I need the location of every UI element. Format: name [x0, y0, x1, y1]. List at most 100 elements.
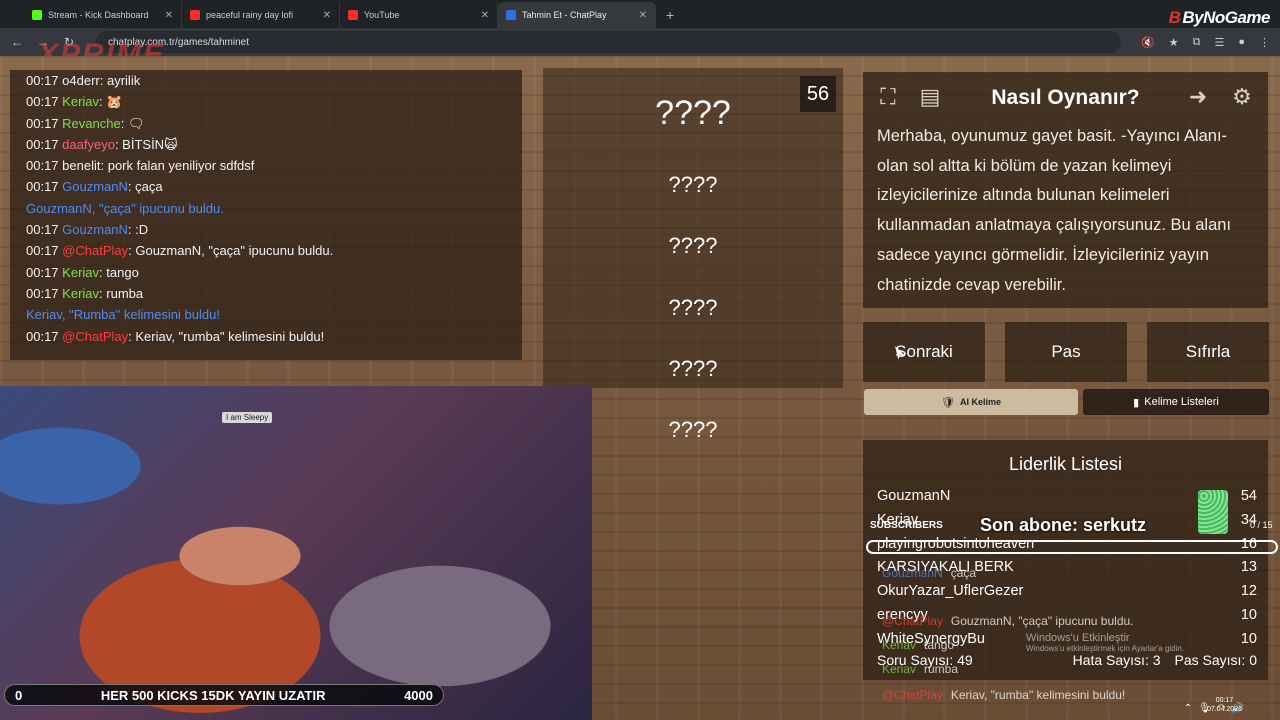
chat-text: BİTSİN🙀 [122, 136, 178, 152]
webcam-feed [0, 386, 592, 720]
chat-username[interactable]: Keriav [62, 265, 99, 280]
chat-username[interactable]: @ChatPlay [62, 243, 128, 258]
chat-time: 00:17 [26, 285, 59, 301]
chat-message: 00:17 Revanche: 🗨 [26, 113, 506, 134]
chat-message: 00:17 @ChatPlay: GouzmanN, "çaça" ipucun… [26, 240, 506, 261]
close-tab-icon[interactable]: ✕ [481, 10, 489, 21]
chat-text: :D [135, 222, 149, 238]
chat-time: 00:17 [26, 115, 59, 131]
tab-kick-dashboard[interactable]: Stream - Kick Dashboard ✕ [24, 2, 182, 28]
url-input[interactable]: chatplay.com.tr/games/tahminet [96, 31, 1122, 53]
chat-username[interactable]: @ChatPlay [62, 329, 128, 344]
leaderboard-row: OkurYazar_UflerGezer 12 [877, 583, 1257, 607]
chat-message: 00:17 o4derr: ayrilik [26, 70, 506, 91]
tab-label: Stream - Kick Dashboard [48, 10, 149, 20]
kicks-ticker: 0 HER 500 KICKS 15DK YAYIN UZATIR 4000 [4, 684, 444, 706]
chat-username[interactable]: daafyeyo [62, 137, 115, 152]
chat-username[interactable]: benelit [62, 158, 100, 173]
main-word: ???? [655, 94, 731, 132]
leaderboard-title: Liderlik Listesi [1008, 454, 1123, 474]
bynogame-logo: B ByNoGame [1168, 8, 1271, 28]
mute-icon[interactable]: 🔇 [1141, 36, 1155, 49]
bynogame-brand: ByNoGame [1182, 8, 1270, 27]
bynogame-mark: B [1168, 8, 1181, 27]
overlay-chat-user: Keriav [882, 662, 917, 676]
system-clock[interactable]: 00:17 07.04.2026 [1207, 696, 1242, 714]
tab-youtube[interactable]: YouTube ✕ [340, 2, 498, 28]
new-tab-button[interactable]: + [656, 7, 684, 28]
ai-word-label: AI Kelime [959, 397, 1001, 407]
extensions-icon[interactable]: ⧉ [1193, 36, 1201, 49]
exit-icon[interactable]: ➜ [1181, 80, 1215, 114]
chevron-up-icon[interactable]: ⌃ [1184, 703, 1192, 714]
chat-message: 00:17 benelit: pork falan yeniliyor sdfd… [26, 155, 506, 176]
close-tab-icon[interactable]: ✕ [639, 10, 647, 21]
chat-time: 00:17 [26, 94, 59, 110]
chat-time: 00:17 [26, 73, 59, 88]
chat-separator: : [100, 158, 108, 174]
overlay-chat-line: Keriav rumba [882, 662, 958, 676]
chat-username[interactable]: GouzmanN, [26, 201, 99, 216]
chat-text: "Rumba" kelimesini buldu! [69, 307, 220, 323]
menu-icon[interactable]: ⋮ [1259, 36, 1270, 49]
close-tab-icon[interactable]: ✕ [323, 10, 331, 21]
next-button[interactable]: Sonraki [863, 322, 985, 382]
browser-tabbar: Stream - Kick Dashboard ✕ peaceful rainy… [0, 0, 1280, 28]
last-subscriber: Son abone: serkutz [980, 515, 1147, 535]
ai-word-button[interactable]: 🛡 AI Kelime [864, 389, 1078, 415]
subscribers-count: 0 / 15 [1250, 520, 1273, 530]
chat-message: 00:17 Keriav: 🐹 [26, 91, 506, 112]
hint-word: ???? [668, 172, 718, 197]
tab-label: YouTube [364, 10, 400, 20]
chat-separator: : [99, 73, 107, 88]
chat-message: 00:17 daafyeyo: BİTSİN🙀 [26, 134, 506, 155]
chat-username[interactable]: Keriav [62, 94, 99, 109]
round-counter: 56 [800, 76, 836, 112]
overlay-chat-text: GouzmanN, "çaça" ipucunu buldu. [950, 614, 1134, 628]
chat-time: 00:17 [26, 222, 59, 238]
back-icon[interactable]: ← [10, 35, 24, 49]
tab-chatplay[interactable]: Tahmin Et - ChatPlay ✕ [498, 2, 656, 28]
chat-time: 00:17 [26, 328, 59, 344]
overlay-chat-user: @ChatPlay [882, 614, 943, 628]
pass-button[interactable]: Pas [1005, 322, 1127, 382]
profile-icon[interactable]: ● [1238, 36, 1245, 49]
close-tab-icon[interactable]: ✕ [165, 10, 173, 21]
overlay-chat-text: tango [924, 638, 955, 652]
youtube-favicon-icon [190, 10, 200, 20]
chat-username[interactable]: Revanche [62, 116, 121, 131]
chat-username[interactable]: GouzmanN [62, 222, 128, 237]
word-lists-label: Kelime Listeleri [1144, 396, 1219, 408]
overlay-chat-text: çaça [950, 566, 977, 580]
chat-username[interactable]: o4derr [62, 73, 100, 88]
overlay-chat-line: GouzmanN çaça [882, 566, 976, 580]
chat-time: 00:17 [26, 136, 59, 152]
windows-activation-watermark: Windows'u Etkinleştir Windows'u etkinleş… [1026, 632, 1184, 653]
chat-separator: : [120, 115, 128, 131]
chat-time: 00:17 [26, 179, 59, 195]
chatplay-favicon-icon [506, 10, 516, 20]
chat-text: pork falan yeniliyor sdfdsf [107, 158, 255, 174]
clock-date: 07.04.2026 [1206, 706, 1242, 713]
hint-word: ???? [668, 356, 718, 381]
overlay-chat-text: rumba [924, 662, 959, 676]
media-icon[interactable]: ☰ [1214, 36, 1224, 49]
toolbar-icons: 🔇 ★ ⧉ ☰ ● ⋮ [1141, 36, 1270, 49]
subscribers-label: SUBSCRIBERS [870, 520, 943, 531]
system-tray: ⌃ 🎙 ◠ 🔊 [1130, 696, 1280, 720]
word-lists-button[interactable]: ▮ Kelime Listeleri [1083, 389, 1269, 415]
chat-username[interactable]: Keriav, [26, 307, 69, 322]
leaderboard-score: 54 [1240, 488, 1257, 504]
chat-username[interactable]: GouzmanN [62, 179, 128, 194]
ticker-right-value: 4000 [404, 687, 433, 703]
chat-text: GouzmanN, "çaça" ipucunu buldu. [135, 243, 334, 259]
leaderboard-score: 10 [1240, 607, 1257, 623]
tab-label: peaceful rainy day lofi [206, 10, 294, 20]
chat-username[interactable]: Keriav [62, 286, 99, 301]
leaderboard-name: GouzmanN [877, 488, 951, 504]
tab-lofi[interactable]: peaceful rainy day lofi ✕ [182, 2, 340, 28]
overlay-chat-line: @ChatPlay Keriav, "rumba" kelimesini buld… [882, 688, 1125, 702]
settings-gear-icon[interactable]: ⚙ [1225, 80, 1259, 114]
reset-button[interactable]: Sıfırla [1147, 322, 1269, 382]
bookmark-star-icon[interactable]: ★ [1169, 36, 1179, 49]
